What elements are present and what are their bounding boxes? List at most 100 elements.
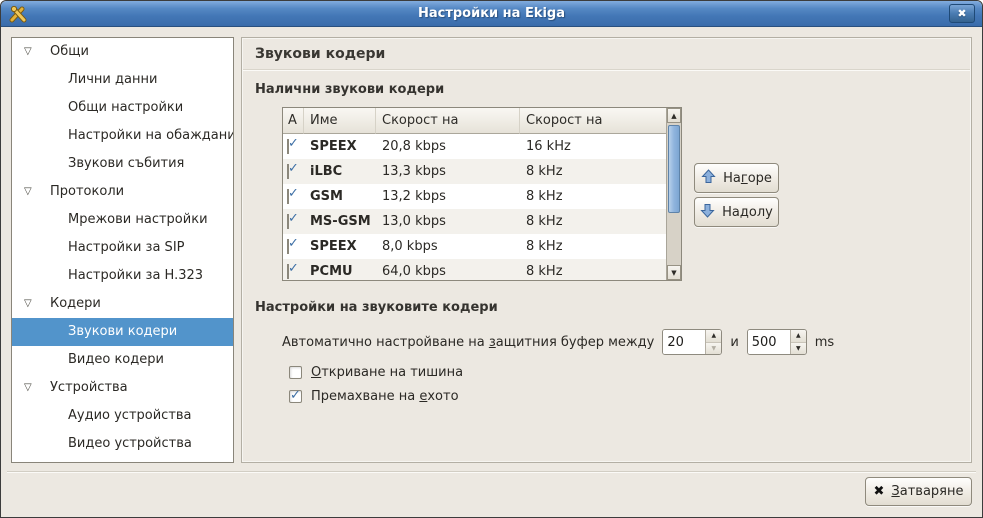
codec-bitrate: 13,2 kbps xyxy=(376,189,520,204)
footer-separator xyxy=(7,471,976,473)
silence-detection-checkbox[interactable] xyxy=(289,366,302,379)
codec-enabled-checkbox[interactable] xyxy=(287,214,289,229)
sidebar-item-label: Мрежови настройки xyxy=(68,206,208,234)
codec-name: MS-GSM xyxy=(304,214,376,229)
codec-name: iLBC xyxy=(304,164,376,179)
sidebar-item-label: Видео устройства xyxy=(68,430,192,458)
codec-bitrate: 13,0 kbps xyxy=(376,214,520,229)
page-title: Звукови кодери xyxy=(255,46,385,62)
codec-enabled-checkbox[interactable] xyxy=(287,239,289,254)
sidebar-item-sip-settings[interactable]: Настройки за SIP xyxy=(12,234,233,262)
expander-icon[interactable]: ▽ xyxy=(24,290,40,318)
jitter-max-input[interactable] xyxy=(748,330,790,354)
close-dialog-button[interactable]: ✖ Затваряне xyxy=(865,477,972,506)
table-row[interactable]: SPEEX 8,0 kbps 8 kHz xyxy=(283,234,666,259)
codec-name: SPEEX xyxy=(304,239,376,254)
silence-detection-option[interactable]: Откриване на тишина xyxy=(289,364,463,381)
codec-clockrate: 8 kHz xyxy=(520,189,666,204)
jitter-max-spinner[interactable]: ▲ ▼ xyxy=(747,329,807,355)
sidebar-item-h323-settings[interactable]: Настройки за H.323 xyxy=(12,262,233,290)
codec-enabled-checkbox[interactable] xyxy=(287,264,289,279)
codec-name: SPEEX xyxy=(304,139,376,154)
codec-bitrate: 20,8 kbps xyxy=(376,139,520,154)
table-row[interactable]: MS-GSM 13,0 kbps 8 kHz xyxy=(283,209,666,234)
codec-clockrate: 8 kHz xyxy=(520,264,666,279)
codec-clockrate: 8 kHz xyxy=(520,239,666,254)
sidebar-item-video-codecs[interactable]: Видео кодери xyxy=(12,346,233,374)
titlebar[interactable]: Настройки на Ekiga ✖ xyxy=(1,1,982,27)
codec-enabled-checkbox[interactable] xyxy=(287,164,289,179)
jitter-min-input[interactable] xyxy=(663,330,705,354)
sidebar-item-audio-codecs[interactable]: Звукови кодери xyxy=(12,318,233,346)
jitter-unit-label: ms xyxy=(815,335,834,350)
codec-name: GSM xyxy=(304,189,376,204)
spin-down-icon[interactable]: ▼ xyxy=(706,342,721,355)
echo-cancellation-checkbox[interactable] xyxy=(289,390,302,403)
move-up-button[interactable]: Нагоре xyxy=(694,163,779,193)
column-header-bitrate[interactable]: Скорост на връзката xyxy=(376,108,520,134)
close-window-button[interactable]: ✖ xyxy=(949,4,975,23)
spin-up-icon[interactable]: ▲ xyxy=(706,330,721,342)
table-row[interactable]: SPEEX 20,8 kbps 16 kHz xyxy=(283,134,666,159)
scrollbar-thumb[interactable] xyxy=(668,125,680,213)
column-header-clockrate[interactable]: Скорост на часовника xyxy=(520,108,666,134)
sidebar-item-label: Видео кодери xyxy=(68,346,164,374)
sidebar-item-codecs[interactable]: ▽ Кодери xyxy=(12,290,233,318)
column-header-active[interactable]: A xyxy=(283,108,304,134)
sidebar-item-sound-events[interactable]: Звукови събития xyxy=(12,150,233,178)
title-separator xyxy=(243,69,970,71)
vertical-scrollbar[interactable]: ▲ ▼ xyxy=(666,108,681,280)
codec-enabled-checkbox[interactable] xyxy=(287,139,289,154)
expander-icon[interactable]: ▽ xyxy=(24,38,40,66)
table-row[interactable]: GSM 13,2 kbps 8 kHz xyxy=(283,184,666,209)
scroll-down-icon[interactable]: ▼ xyxy=(667,265,681,280)
jitter-min-spinner[interactable]: ▲ ▼ xyxy=(662,329,722,355)
spin-down-icon[interactable]: ▼ xyxy=(791,342,806,355)
codec-enabled-checkbox[interactable] xyxy=(287,189,289,204)
scroll-up-icon[interactable]: ▲ xyxy=(667,108,681,123)
sidebar-item-devices[interactable]: ▽ Устройства xyxy=(12,374,233,402)
close-x-icon: ✖ xyxy=(874,484,885,499)
sidebar-item-label: Кодери xyxy=(50,290,101,318)
table-row[interactable]: iLBC 13,3 kbps 8 kHz xyxy=(283,159,666,184)
sidebar-item-video-devices[interactable]: Видео устройства xyxy=(12,430,233,458)
expander-icon[interactable]: ▽ xyxy=(24,374,40,402)
sidebar-item-personal-data[interactable]: Лични данни xyxy=(12,66,233,94)
sidebar-item-label: Настройки на обажданията xyxy=(68,122,234,150)
sidebar-item-network-settings[interactable]: Мрежови настройки xyxy=(12,206,233,234)
move-down-button[interactable]: Надолу xyxy=(694,197,779,227)
expander-icon[interactable]: ▽ xyxy=(24,178,40,206)
codec-table-header: A Име Скорост на връзката Скорост на час… xyxy=(283,108,666,134)
arrow-down-icon xyxy=(700,203,715,222)
codec-clockrate: 16 kHz xyxy=(520,139,666,154)
codec-clockrate: 8 kHz xyxy=(520,164,666,179)
sidebar-item-general[interactable]: ▽ Общи xyxy=(12,38,233,66)
arrow-up-icon xyxy=(701,169,716,188)
main-panel: Звукови кодери Налични звукови кодери A … xyxy=(241,37,972,463)
echo-cancellation-label: Премахване на ехото xyxy=(311,389,459,404)
table-row[interactable]: PCMU 64,0 kbps 8 kHz xyxy=(283,259,666,281)
sidebar-item-label: Протоколи xyxy=(50,178,124,206)
codec-bitrate: 13,3 kbps xyxy=(376,164,520,179)
sidebar-item-label: Звукови събития xyxy=(68,150,184,178)
move-down-label: Надолу xyxy=(722,205,773,220)
codec-name: PCMU xyxy=(304,264,376,279)
preferences-window: Настройки на Ekiga ✖ ▽ Общи Лични данни … xyxy=(0,0,983,518)
sidebar-item-audio-devices[interactable]: Аудио устройства xyxy=(12,402,233,430)
spin-up-icon[interactable]: ▲ xyxy=(791,330,806,342)
echo-cancellation-option[interactable]: Премахване на ехото xyxy=(289,388,459,405)
codec-clockrate: 8 kHz xyxy=(520,214,666,229)
window-title: Настройки на Ekiga xyxy=(1,6,982,21)
sidebar-item-label: Звукови кодери xyxy=(68,318,177,346)
codec-settings-section-title: Настройки на звуковите кодери xyxy=(255,300,498,315)
sidebar-item-protocols[interactable]: ▽ Протоколи xyxy=(12,178,233,206)
sidebar-item-general-settings[interactable]: Общи настройки xyxy=(12,94,233,122)
sidebar-item-label: Аудио устройства xyxy=(68,402,192,430)
codec-bitrate: 8,0 kbps xyxy=(376,239,520,254)
column-header-name[interactable]: Име xyxy=(304,108,376,134)
move-up-label: Нагоре xyxy=(723,171,772,186)
sidebar-item-label: Настройки за H.323 xyxy=(68,262,203,290)
jitter-conjunction-label: и xyxy=(730,335,738,350)
sidebar-item-call-options[interactable]: Настройки на обажданията xyxy=(12,122,233,150)
jitter-buffer-row: Автоматично настройване на защитния буфе… xyxy=(282,329,834,355)
